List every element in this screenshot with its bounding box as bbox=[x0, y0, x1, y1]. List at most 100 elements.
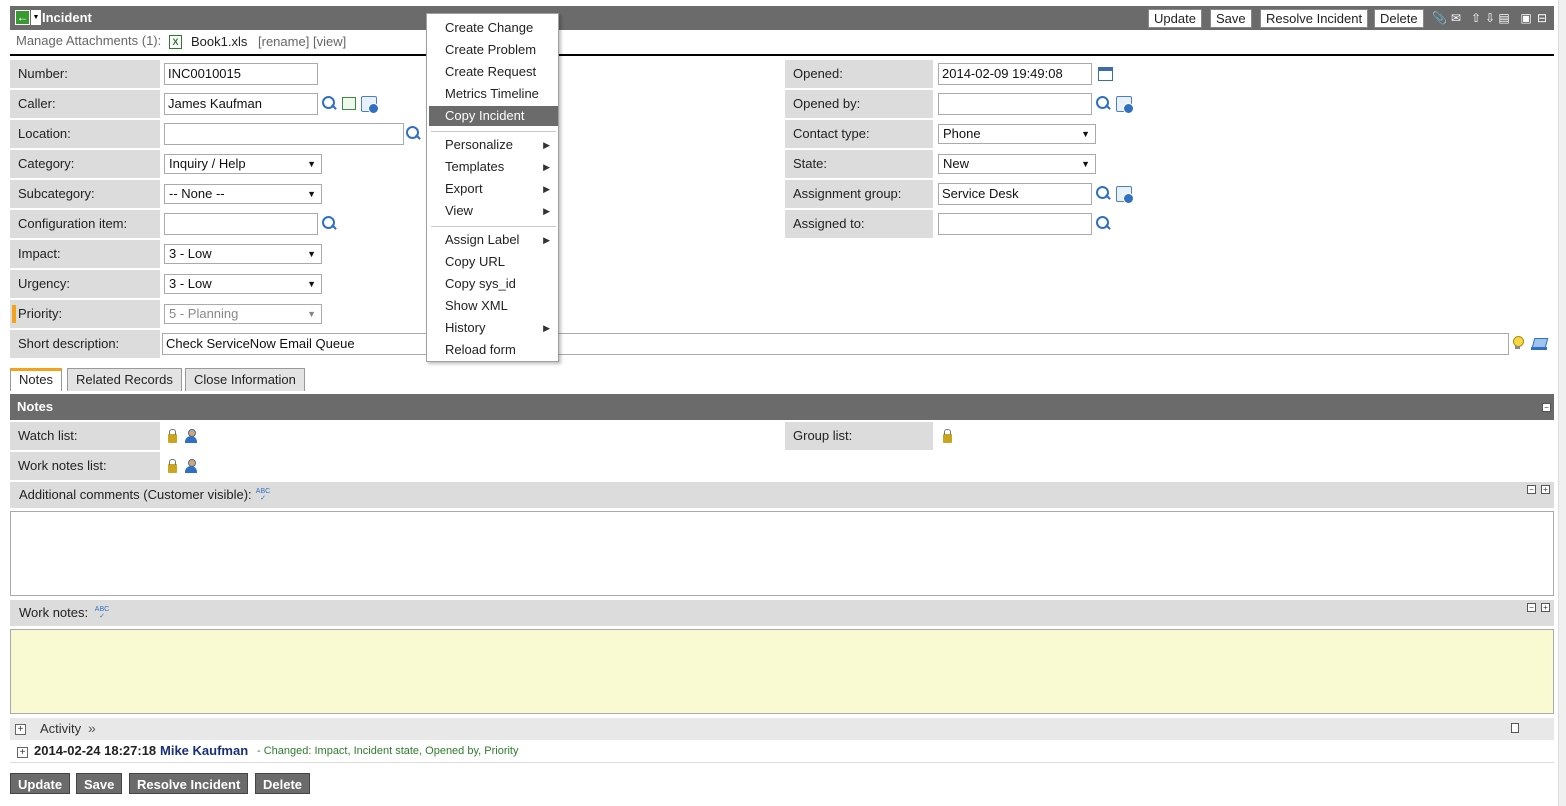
opened-by-reference-icon[interactable] bbox=[1116, 96, 1134, 114]
footer-delete-button[interactable]: Delete bbox=[255, 773, 311, 794]
resolve-incident-button[interactable]: Resolve Incident bbox=[1260, 9, 1369, 28]
menu-item-create-problem[interactable]: Create Problem bbox=[429, 40, 558, 60]
menu-item-show-xml[interactable]: Show XML bbox=[429, 296, 558, 316]
category-value: Inquiry / Help bbox=[169, 156, 246, 171]
assignment-group-reference-icon[interactable] bbox=[1116, 186, 1134, 204]
attachment-rename-link[interactable]: [rename] bbox=[258, 34, 309, 49]
location-field[interactable] bbox=[164, 123, 404, 145]
activity-title[interactable]: Activity bbox=[40, 721, 81, 736]
watch-list-lock-icon[interactable] bbox=[168, 429, 177, 443]
tab-related-records[interactable]: Related Records bbox=[67, 368, 182, 391]
ci-search-icon[interactable] bbox=[321, 215, 339, 233]
collapse-sections-icon[interactable]: ▣ bbox=[1520, 11, 1532, 25]
expand-icon[interactable]: + bbox=[1541, 485, 1550, 494]
up-arrow-icon[interactable]: ⇧ bbox=[1470, 11, 1482, 25]
menu-item-assign-label[interactable]: Assign Label ▶ bbox=[429, 230, 558, 250]
category-select[interactable]: Inquiry / Help ▼ bbox=[164, 154, 322, 174]
context-menu-toggle[interactable]: ▼ bbox=[31, 10, 41, 25]
menu-item-view[interactable]: View ▶ bbox=[429, 201, 558, 221]
menu-item-reload-form[interactable]: Reload form bbox=[429, 340, 558, 360]
priority-label: Priority: bbox=[10, 300, 160, 328]
opened-field[interactable]: 2014-02-09 19:49:08 bbox=[938, 63, 1092, 85]
subcategory-select[interactable]: -- None -- ▼ bbox=[164, 184, 322, 204]
delete-button[interactable]: Delete bbox=[1374, 9, 1424, 28]
spell-check-icon[interactable]: ABC ✓ bbox=[255, 488, 271, 502]
menu-item-history[interactable]: History ▶ bbox=[429, 318, 558, 338]
expand-activity-icon[interactable]: + bbox=[15, 724, 26, 735]
footer-update-button[interactable]: Update bbox=[10, 773, 71, 794]
chevron-down-icon: ▼ bbox=[307, 189, 316, 199]
caller-reference-icon[interactable] bbox=[361, 96, 379, 114]
email-icon[interactable]: ✉ bbox=[1450, 11, 1462, 25]
menu-item-metrics-timeline[interactable]: Metrics Timeline bbox=[429, 84, 558, 104]
menu-item-copy-url[interactable]: Copy URL bbox=[429, 252, 558, 272]
calendar-icon[interactable] bbox=[1098, 67, 1113, 81]
footer-resolve-incident-button[interactable]: Resolve Incident bbox=[129, 773, 249, 794]
contact-type-label: Contact type: bbox=[785, 120, 933, 148]
knowledge-search-icon[interactable] bbox=[1531, 336, 1547, 350]
expand-entry-icon[interactable]: + bbox=[17, 747, 28, 758]
number-field[interactable]: INC0010015 bbox=[164, 63, 318, 85]
activity-timestamp: 2014-02-24 18:27:18 bbox=[34, 743, 157, 758]
footer-save-button[interactable]: Save bbox=[76, 773, 123, 794]
down-arrow-icon[interactable]: ⇩ bbox=[1484, 11, 1496, 25]
activity-window-icon[interactable] bbox=[1511, 723, 1519, 733]
save-button[interactable]: Save bbox=[1210, 9, 1252, 28]
opened-by-search-icon[interactable] bbox=[1095, 95, 1113, 113]
contact-type-select[interactable]: Phone ▼ bbox=[938, 124, 1096, 144]
spell-check-icon[interactable]: ABC ✓ bbox=[94, 606, 110, 620]
watch-list-user-add-icon[interactable] bbox=[184, 429, 198, 443]
assignment-group-field[interactable]: Service Desk bbox=[938, 183, 1092, 205]
state-select[interactable]: New ▼ bbox=[938, 154, 1096, 174]
menu-separator bbox=[431, 226, 556, 227]
paperclip-icon[interactable]: 📎 bbox=[1432, 11, 1447, 25]
configuration-item-field[interactable] bbox=[164, 213, 318, 235]
group-list-lock-icon[interactable] bbox=[943, 429, 952, 443]
work-notes-list-user-add-icon[interactable] bbox=[184, 459, 198, 473]
collapse-icon[interactable]: − bbox=[1527, 603, 1536, 612]
caller-card-icon[interactable] bbox=[342, 97, 356, 110]
caller-search-icon[interactable] bbox=[321, 95, 339, 113]
state-value: New bbox=[943, 156, 970, 171]
short-description-field[interactable]: Check ServiceNow Email Queue bbox=[162, 333, 1509, 355]
work-notes-list-lock-icon[interactable] bbox=[168, 459, 177, 473]
expand-icon[interactable]: + bbox=[1541, 603, 1550, 612]
menu-item-copy-incident[interactable]: Copy Incident bbox=[429, 106, 558, 126]
activity-chevron-icon[interactable]: » bbox=[88, 720, 96, 736]
menu-item-label: Assign Label bbox=[445, 232, 520, 247]
urgency-select[interactable]: 3 - Low ▼ bbox=[164, 274, 322, 294]
attachment-view-link[interactable]: [view] bbox=[313, 34, 346, 49]
manage-attachments-link[interactable]: Manage Attachments (1): bbox=[16, 33, 161, 48]
menu-item-copy-sys-id[interactable]: Copy sys_id bbox=[429, 274, 558, 294]
list-view-icon[interactable]: ▤ bbox=[1498, 11, 1510, 25]
work-notes-textarea[interactable] bbox=[10, 629, 1554, 714]
collapse-icon[interactable]: − bbox=[1527, 485, 1536, 494]
menu-item-create-change[interactable]: Create Change bbox=[429, 18, 558, 38]
menu-item-label: Personalize bbox=[445, 137, 513, 152]
opened-by-field[interactable] bbox=[938, 93, 1092, 115]
menu-item-templates[interactable]: Templates ▶ bbox=[429, 157, 558, 177]
caller-field[interactable]: James Kaufman bbox=[164, 93, 318, 115]
assigned-to-search-icon[interactable] bbox=[1095, 215, 1113, 233]
assigned-to-field[interactable] bbox=[938, 213, 1092, 235]
menu-item-create-request[interactable]: Create Request bbox=[429, 62, 558, 82]
impact-select[interactable]: 3 - Low ▼ bbox=[164, 244, 322, 264]
bulb-icon[interactable] bbox=[1512, 336, 1524, 350]
location-label: Location: bbox=[10, 120, 160, 148]
menu-item-personalize[interactable]: Personalize ▶ bbox=[429, 135, 558, 155]
minimize-icon[interactable]: ⊟ bbox=[1536, 11, 1548, 25]
additional-comments-textarea[interactable] bbox=[10, 511, 1554, 596]
assignment-group-search-icon[interactable] bbox=[1095, 185, 1113, 203]
update-button[interactable]: Update bbox=[1148, 9, 1202, 28]
attachment-file-link[interactable]: Book1.xls bbox=[191, 34, 247, 49]
collapse-icon[interactable]: − bbox=[1542, 403, 1551, 412]
opened-label: Opened: bbox=[785, 60, 933, 88]
menu-item-label: History bbox=[445, 320, 486, 335]
vertical-scrollbar[interactable] bbox=[1558, 0, 1566, 806]
back-arrow-icon[interactable]: ← bbox=[15, 10, 30, 25]
tab-close-information[interactable]: Close Information bbox=[185, 368, 305, 391]
activity-user-link[interactable]: Mike Kaufman bbox=[160, 743, 248, 758]
tab-notes[interactable]: Notes bbox=[10, 368, 62, 391]
menu-item-export[interactable]: Export ▶ bbox=[429, 179, 558, 199]
location-search-icon[interactable] bbox=[405, 125, 423, 143]
